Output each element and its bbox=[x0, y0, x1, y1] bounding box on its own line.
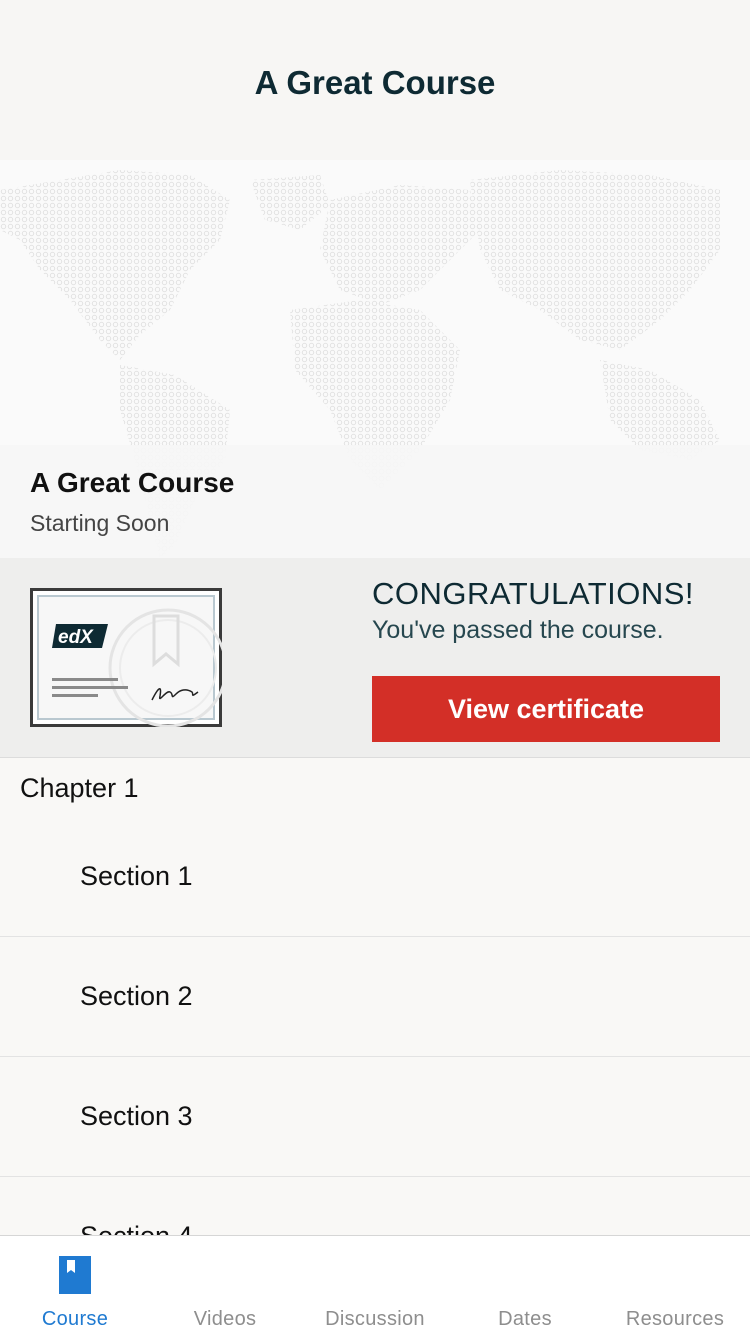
tab-label: Dates bbox=[498, 1308, 552, 1330]
course-hero: A Great Course Starting Soon bbox=[0, 160, 750, 558]
section-row[interactable]: Section 4 bbox=[0, 1177, 750, 1235]
course-status: Starting Soon bbox=[30, 510, 170, 536]
congratulations-subtitle: You've passed the course. bbox=[372, 616, 664, 644]
edx-logo: edX bbox=[52, 624, 108, 648]
svg-text:edX: edX bbox=[58, 627, 94, 648]
course-info-card: A Great Course Starting Soon bbox=[0, 445, 750, 558]
tab-videos[interactable]: Videos bbox=[150, 1236, 300, 1334]
tab-resources[interactable]: Resources bbox=[600, 1236, 750, 1334]
tab-dates[interactable]: Dates bbox=[450, 1236, 600, 1334]
page-title: A Great Course bbox=[254, 64, 496, 101]
section-label: Section 3 bbox=[80, 1101, 193, 1131]
navigation-bar: A Great Course bbox=[0, 0, 750, 160]
tab-label: Videos bbox=[193, 1308, 257, 1330]
course-name: A Great Course bbox=[30, 467, 235, 498]
bookmark-icon bbox=[59, 1256, 91, 1294]
tab-label: Resources bbox=[625, 1308, 725, 1330]
chapter-title: Chapter 1 bbox=[20, 773, 139, 803]
section-row[interactable]: Section 2 bbox=[0, 937, 750, 1057]
certificate-banner: edX CONGRATULATIONS! You've passed the c… bbox=[0, 558, 750, 758]
section-row[interactable]: Section 1 bbox=[0, 817, 750, 937]
section-label: Section 2 bbox=[80, 981, 193, 1011]
course-outline: Chapter 1 Section 1 Section 2 Section 3 … bbox=[0, 759, 750, 1235]
congratulations-title: CONGRATULATIONS! bbox=[372, 576, 695, 611]
view-certificate-button[interactable]: View certificate bbox=[372, 676, 720, 742]
section-row[interactable]: Section 3 bbox=[0, 1057, 750, 1177]
certificate-image: edX bbox=[30, 588, 222, 727]
tab-bar: Course Videos Discussion Dates Resources bbox=[0, 1235, 750, 1334]
tab-label: Discussion bbox=[325, 1308, 425, 1330]
tab-label: Course bbox=[41, 1308, 109, 1330]
section-label: Section 1 bbox=[80, 861, 193, 891]
tab-course[interactable]: Course bbox=[0, 1236, 150, 1334]
tab-discussion[interactable]: Discussion bbox=[300, 1236, 450, 1334]
section-label: Section 4 bbox=[80, 1221, 193, 1235]
